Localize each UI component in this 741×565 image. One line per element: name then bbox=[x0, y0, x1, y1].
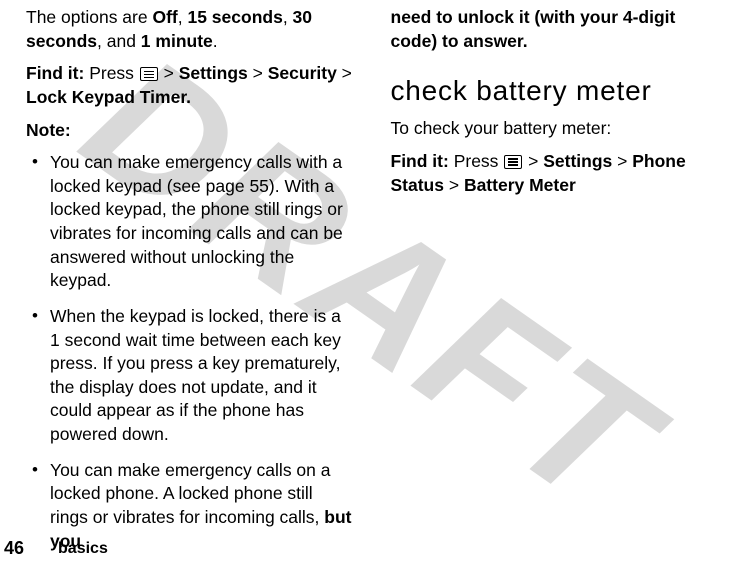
path-settings: Settings bbox=[179, 63, 248, 83]
path-battery-meter: Battery Meter bbox=[464, 175, 576, 195]
period-1: . bbox=[213, 31, 218, 51]
page-content: The options are Off, 15 seconds, 30 seco… bbox=[0, 0, 741, 540]
option-15s: 15 seconds bbox=[187, 7, 282, 27]
note-label-text: Note: bbox=[26, 120, 71, 140]
options-intro-text: The options are bbox=[26, 7, 152, 27]
options-paragraph: The options are Off, 15 seconds, 30 seco… bbox=[26, 6, 355, 53]
option-off: Off bbox=[152, 7, 177, 27]
find-it-keypad: Find it: Press > Settings > Security > L… bbox=[26, 62, 355, 109]
left-column: The options are Off, 15 seconds, 30 seco… bbox=[26, 6, 373, 540]
gt-r1: > bbox=[523, 151, 543, 171]
gt-r3: > bbox=[444, 175, 464, 195]
footer-section-label: basics bbox=[58, 540, 108, 558]
continuation-bold: need to unlock it (with your 4-digit cod… bbox=[391, 6, 720, 53]
path-security: Security bbox=[268, 63, 337, 83]
path-lock-keypad: Lock Keypad Timer. bbox=[26, 87, 191, 107]
option-1m: 1 minute bbox=[141, 31, 213, 51]
page-number: 46 bbox=[4, 538, 24, 559]
and-text: , and bbox=[97, 31, 141, 51]
menu-key-icon bbox=[504, 155, 522, 169]
section-heading: check battery meter bbox=[391, 75, 720, 107]
find-press-text: Press bbox=[454, 151, 504, 171]
find-press-text: Press bbox=[89, 63, 139, 83]
right-column: need to unlock it (with your 4-digit cod… bbox=[373, 6, 720, 540]
find-it-label: Find it: bbox=[26, 63, 89, 83]
gt-3: > bbox=[337, 63, 352, 83]
find-it-battery: Find it: Press > Settings > Phone Status… bbox=[391, 150, 720, 197]
list-item: When the keypad is locked, there is a 1 … bbox=[50, 305, 355, 447]
battery-intro: To check your battery meter: bbox=[391, 117, 720, 141]
list-item: You can make emergency calls with a lock… bbox=[50, 151, 355, 293]
note-label: Note: bbox=[26, 119, 355, 143]
gt-r2: > bbox=[612, 151, 632, 171]
gt-1: > bbox=[159, 63, 179, 83]
bullet3-pre: You can make emergency calls on a locked… bbox=[50, 460, 331, 527]
sep-2: , bbox=[283, 7, 293, 27]
path-settings: Settings bbox=[543, 151, 612, 171]
page-footer: 46 basics bbox=[0, 538, 108, 559]
find-it-label: Find it: bbox=[391, 151, 454, 171]
notes-list: You can make emergency calls with a lock… bbox=[26, 151, 355, 553]
menu-key-icon bbox=[140, 67, 158, 81]
gt-2: > bbox=[248, 63, 268, 83]
